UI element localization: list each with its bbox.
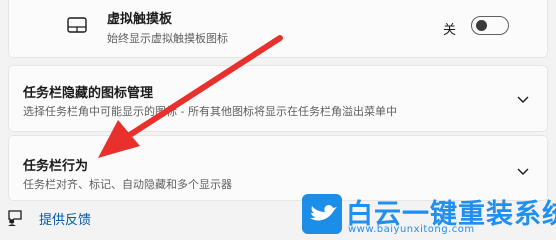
watermark-url: www.baiyunxitong.com (348, 224, 475, 235)
chevron-down-icon[interactable] (515, 95, 531, 105)
give-feedback-link[interactable]: 提供反馈 (39, 209, 91, 228)
toggle-state-label: 关 (443, 23, 457, 38)
toggle-knob (476, 20, 487, 31)
touchpad-icon (67, 17, 87, 33)
taskbar-behaviors-subtitle: 任务栏对齐、标记、自动隐藏和多个显示器 (23, 178, 232, 191)
touchpad-title: 虚拟触摸板 (107, 12, 173, 27)
touchpad-toggle[interactable] (471, 16, 509, 35)
touchpad-setting-row: 虚拟触摸板 始终显示虚拟触摸板图标 关 (8, 0, 548, 58)
touchpad-subtitle: 始终显示虚拟触摸板图标 (107, 32, 228, 45)
taskbar-behaviors-title: 任务栏行为 (23, 159, 89, 174)
hidden-icons-subtitle: 选择任务栏角中可能显示的图标 - 所有其他图标将显示在任务栏角溢出菜单中 (23, 105, 397, 118)
hidden-icons-section[interactable]: 任务栏隐藏的图标管理 选择任务栏角中可能显示的图标 - 所有其他图标将显示在任务… (8, 65, 548, 132)
feedback-icon[interactable] (6, 209, 26, 227)
bird-icon (302, 194, 342, 234)
hidden-icons-title: 任务栏隐藏的图标管理 (23, 86, 154, 101)
chevron-down-icon[interactable] (515, 167, 531, 177)
